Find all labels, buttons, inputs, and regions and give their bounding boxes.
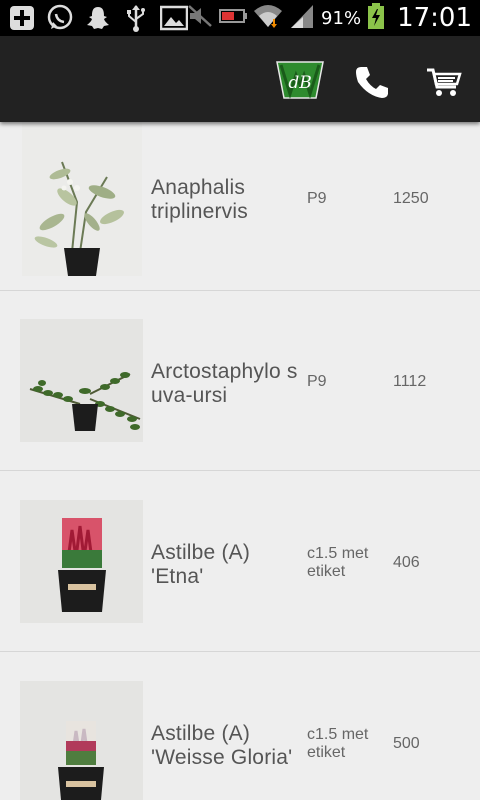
signal-icon — [289, 3, 315, 34]
list-item[interactable]: Astilbe (A) 'Weisse Gloria' c1.5 met eti… — [0, 652, 480, 800]
product-image — [20, 319, 143, 442]
product-size: c1.5 met etiket — [307, 545, 369, 580]
add-icon — [8, 4, 36, 32]
product-image — [22, 122, 142, 276]
product-quantity: 406 — [393, 554, 420, 571]
mute-icon — [187, 4, 213, 33]
battery-percent: 91% — [321, 7, 362, 29]
list-item[interactable]: Astilbe (A) 'Etna' c1.5 met etiket 406 — [0, 471, 480, 652]
call-button[interactable] — [352, 62, 392, 102]
usb-icon — [122, 4, 150, 32]
wifi-icon — [253, 3, 283, 34]
cart-icon — [427, 68, 462, 96]
status-bar: 91% 17:01 — [0, 0, 480, 36]
phone-icon — [356, 67, 388, 98]
product-size: P9 — [307, 190, 327, 207]
snapchat-icon — [84, 4, 112, 32]
battery-saver-icon — [219, 4, 248, 33]
product-quantity: 1112 — [393, 373, 427, 390]
product-name: Arctostaphylo s uva-ursi — [151, 360, 298, 407]
logo-text: dB — [288, 73, 311, 93]
whatsapp-icon — [46, 4, 74, 32]
product-name: Astilbe (A) 'Weisse Gloria' — [151, 722, 293, 769]
battery-icon — [367, 2, 385, 35]
product-size: P9 — [307, 373, 327, 390]
product-size: c1.5 met etiket — [307, 726, 369, 761]
product-quantity: 500 — [393, 735, 420, 752]
product-image — [20, 681, 143, 800]
cart-button[interactable] — [424, 62, 464, 102]
product-name: Anaphalis triplinervis — [151, 176, 248, 223]
product-image — [20, 500, 143, 623]
brand-logo[interactable]: dB — [276, 61, 324, 100]
app-bar: dB — [0, 36, 480, 122]
product-list[interactable]: Anaphalis triplinervis P9 1250 Arctostap… — [0, 122, 480, 800]
image-icon — [160, 4, 188, 32]
list-item[interactable]: Arctostaphylo s uva-ursi P9 1112 — [0, 290, 480, 471]
list-item[interactable]: Anaphalis triplinervis P9 1250 — [0, 122, 480, 291]
clock: 17:01 — [397, 3, 472, 33]
product-name: Astilbe (A) 'Etna' — [151, 541, 251, 588]
product-quantity: 1250 — [393, 190, 429, 207]
